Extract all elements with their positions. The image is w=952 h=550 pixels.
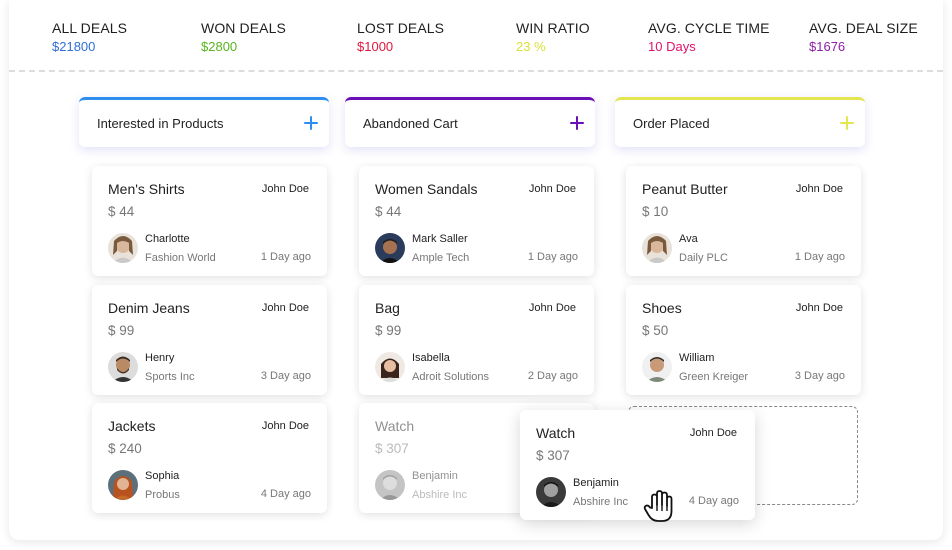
stat-won-deals: WON DEALS $2800 — [201, 20, 286, 54]
card-time-ago: 3 Day ago — [794, 370, 845, 382]
column-title: Abandoned Cart — [363, 116, 458, 131]
card-owner: John Doe — [528, 183, 576, 195]
card-owner: John Doe — [261, 183, 309, 195]
stat-win-ratio: WIN RATIO 23 % — [516, 20, 590, 54]
stats-divider — [9, 70, 943, 72]
stat-label: WIN RATIO — [516, 20, 590, 36]
card-time-ago: 3 Day ago — [260, 370, 311, 382]
card-product: Watch — [375, 418, 415, 434]
stat-avg-deal-size: AVG. DEAL SIZE $1676 — [809, 20, 918, 54]
card-company: Ample Tech — [412, 252, 470, 264]
avatar — [375, 470, 405, 500]
card-price: $ 240 — [108, 441, 142, 456]
dragging-deal-card[interactable]: Watch John Doe $ 307 Benjamin Abshire In… — [520, 410, 755, 520]
stat-label: AVG. CYCLE TIME — [648, 20, 770, 36]
card-owner: John Doe — [795, 302, 843, 314]
card-owner: John Doe — [528, 302, 576, 314]
column-header-order-placed: Order Placed — [615, 97, 865, 147]
card-time-ago: 4 Day ago — [260, 488, 311, 500]
avatar — [642, 352, 672, 382]
card-product: Bag — [375, 300, 400, 316]
card-price: $ 44 — [375, 204, 402, 219]
plus-icon[interactable] — [839, 115, 855, 131]
card-product: Women Sandals — [375, 181, 478, 197]
column-header-interested-in-products: Interested in Products — [79, 97, 329, 147]
card-company: Adroit Solutions — [412, 371, 490, 383]
stat-lost-deals: LOST DEALS $1000 — [357, 20, 444, 54]
card-product: Watch — [536, 425, 576, 441]
card-contact-name: Ava — [679, 233, 698, 245]
stat-label: ALL DEALS — [52, 20, 128, 36]
stat-label: LOST DEALS — [357, 20, 445, 36]
deal-card[interactable]: Bag John Doe $ 99 Isabella Adroit Soluti… — [359, 285, 594, 395]
avatar — [375, 352, 405, 382]
avatar — [108, 233, 138, 263]
card-contact-name: Mark Saller — [412, 233, 468, 245]
card-contact-name: Benjamin — [573, 477, 619, 489]
card-company: Green Kreiger — [679, 371, 749, 383]
grab-hand-icon — [640, 488, 678, 524]
avatar — [108, 470, 138, 500]
deal-card[interactable]: Peanut Butter John Doe $ 10 Ava Daily PL… — [626, 166, 861, 276]
card-contact-name: Henry — [145, 352, 175, 364]
card-company: Abshire Inc — [573, 496, 629, 508]
deal-card[interactable]: Women Sandals John Doe $ 44 Mark Saller … — [359, 166, 594, 276]
stat-avg-cycle-time: AVG. CYCLE TIME 10 Days — [648, 20, 770, 54]
stat-all-deals: ALL DEALS $21800 — [52, 20, 127, 54]
card-time-ago: 1 Day ago — [794, 251, 845, 263]
card-company: Daily PLC — [679, 252, 728, 264]
card-price: $ 99 — [375, 323, 402, 338]
card-price: $ 307 — [536, 448, 570, 463]
deal-card[interactable]: Denim Jeans John Doe $ 99 Henry Sports I… — [92, 285, 327, 395]
stat-value: 23 % — [516, 39, 546, 54]
column-header-abandoned-cart: Abandoned Cart — [345, 97, 595, 147]
deal-stats-bar: ALL DEALS $21800 WON DEALS $2800 LOST DE… — [0, 0, 952, 70]
card-contact-name: Benjamin — [412, 470, 458, 482]
card-price: $ 307 — [375, 441, 409, 456]
stat-value: $1676 — [809, 39, 846, 54]
deal-card[interactable]: Men's Shirts John Doe $ 44 Charlotte Fas… — [92, 166, 327, 276]
card-company: Probus — [145, 489, 180, 501]
plus-icon[interactable] — [303, 115, 319, 131]
stat-value: $1000 — [357, 39, 394, 54]
card-product: Men's Shirts — [108, 181, 185, 197]
card-company: Sports Inc — [145, 371, 195, 383]
card-contact-name: William — [679, 352, 715, 364]
card-price: $ 99 — [108, 323, 135, 338]
card-owner: John Doe — [795, 183, 843, 195]
deal-card[interactable]: Shoes John Doe $ 50 William Green Kreige… — [626, 285, 861, 395]
stat-label: WON DEALS — [201, 20, 286, 36]
avatar — [536, 477, 566, 507]
card-contact-name: Charlotte — [145, 233, 190, 245]
stat-value: 10 Days — [648, 39, 696, 54]
card-contact-name: Isabella — [412, 352, 450, 364]
card-price: $ 44 — [108, 204, 135, 219]
stat-value: $2800 — [201, 39, 238, 54]
column-title: Order Placed — [633, 116, 710, 131]
avatar — [108, 352, 138, 382]
card-time-ago: 4 Day ago — [688, 495, 739, 507]
column-title: Interested in Products — [97, 116, 224, 131]
avatar — [642, 233, 672, 263]
card-contact-name: Sophia — [145, 470, 180, 482]
stat-label: AVG. DEAL SIZE — [809, 20, 918, 36]
plus-icon[interactable] — [569, 115, 585, 131]
card-price: $ 50 — [642, 323, 669, 338]
deal-card[interactable]: Jackets John Doe $ 240 Sophia Probus 4 D… — [92, 403, 327, 513]
card-company: Fashion World — [145, 252, 216, 264]
card-time-ago: 1 Day ago — [527, 251, 578, 263]
card-product: Peanut Butter — [642, 181, 728, 197]
stat-value: $21800 — [52, 39, 96, 54]
card-time-ago: 1 Day ago — [260, 251, 311, 263]
card-price: $ 10 — [642, 204, 669, 219]
card-product: Shoes — [642, 300, 682, 316]
card-product: Denim Jeans — [108, 300, 190, 316]
card-company: Abshire Inc — [412, 489, 468, 501]
card-product: Jackets — [108, 418, 156, 434]
card-owner: John Doe — [261, 302, 309, 314]
card-owner: John Doe — [261, 420, 309, 432]
card-time-ago: 2 Day ago — [527, 370, 578, 382]
card-owner: John Doe — [689, 427, 737, 439]
avatar — [375, 233, 405, 263]
